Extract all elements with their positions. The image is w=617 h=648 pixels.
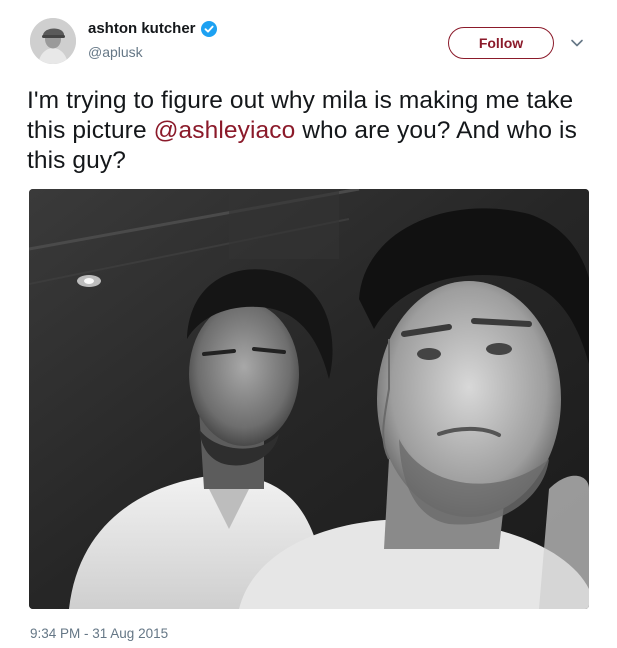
avatar[interactable]: [30, 18, 76, 64]
mention-link[interactable]: @ashleyiaco: [154, 117, 296, 144]
author-name-row[interactable]: ashton kutcher: [88, 20, 217, 37]
photo-image: [29, 189, 589, 609]
follow-button[interactable]: Follow: [448, 27, 554, 59]
tweet-photo[interactable]: [29, 189, 589, 609]
avatar-photo: [30, 18, 76, 64]
author-handle[interactable]: @aplusk: [88, 44, 143, 60]
chevron-down-icon[interactable]: [570, 38, 584, 48]
tweet-timestamp[interactable]: 9:34 PM - 31 Aug 2015: [30, 626, 168, 641]
tweet-text: I'm trying to figure out why mila is mak…: [27, 86, 592, 176]
verified-badge-icon: [200, 20, 217, 37]
author-name[interactable]: ashton kutcher: [88, 20, 196, 37]
